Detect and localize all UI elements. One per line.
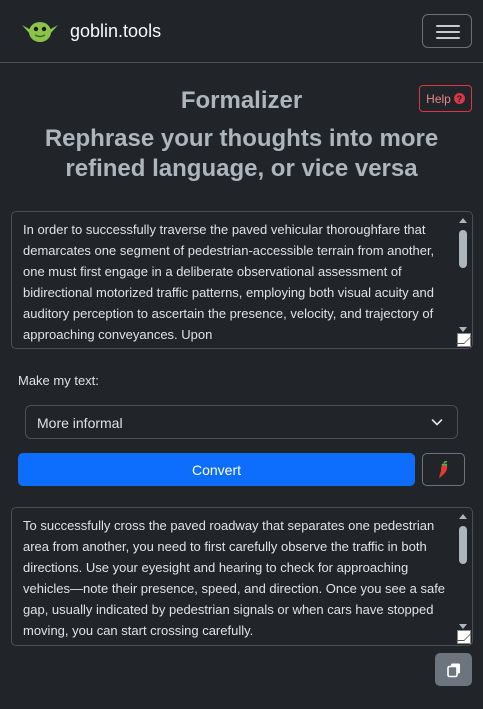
scroll-down-arrow-icon[interactable] — [459, 327, 467, 332]
help-label: Help — [426, 91, 451, 106]
tone-select[interactable]: More informal — [25, 405, 458, 439]
copy-icon — [446, 663, 460, 677]
help-button[interactable]: Help ? — [419, 85, 472, 112]
navbar-toggle-button[interactable] — [422, 14, 472, 48]
question-circle-icon: ? — [453, 93, 465, 104]
scroll-down-arrow-icon[interactable] — [459, 624, 467, 629]
output-scrollbar[interactable] — [458, 512, 468, 629]
page-title: Formalizer — [180, 87, 303, 114]
copy-button[interactable] — [435, 653, 472, 686]
output-text: To successfully cross the paved roadway … — [23, 518, 446, 638]
resize-handle-icon[interactable] — [457, 630, 471, 644]
input-scrollbar[interactable] — [458, 216, 468, 332]
brand-name: goblin.tools — [70, 20, 162, 41]
goblin-logo-icon — [22, 22, 58, 42]
hamburger-menu-icon — [436, 25, 460, 27]
scroll-up-arrow-icon[interactable] — [459, 514, 467, 519]
resize-handle-icon[interactable] — [457, 333, 471, 347]
scroll-thumb[interactable] — [459, 526, 467, 564]
page-subtitle: Rephrase your thoughts into more refined… — [44, 125, 439, 182]
navbar: goblin.tools — [0, 0, 483, 63]
scroll-thumb[interactable] — [459, 230, 467, 268]
chili-pepper-icon — [438, 460, 447, 478]
convert-button[interactable]: Convert — [18, 453, 415, 486]
brand-link[interactable]: goblin.tools — [20, 15, 161, 47]
input-text: In order to successfully traverse the pa… — [23, 222, 435, 342]
spiciness-button[interactable] — [422, 453, 465, 486]
make-text-label: Make my text: — [18, 373, 99, 388]
scroll-up-arrow-icon[interactable] — [459, 218, 467, 223]
tone-select-value: More informal — [37, 415, 123, 431]
input-textarea[interactable]: In order to successfully traverse the pa… — [11, 211, 473, 349]
chevron-down-icon — [431, 419, 443, 426]
output-textarea[interactable]: To successfully cross the paved roadway … — [11, 507, 473, 646]
